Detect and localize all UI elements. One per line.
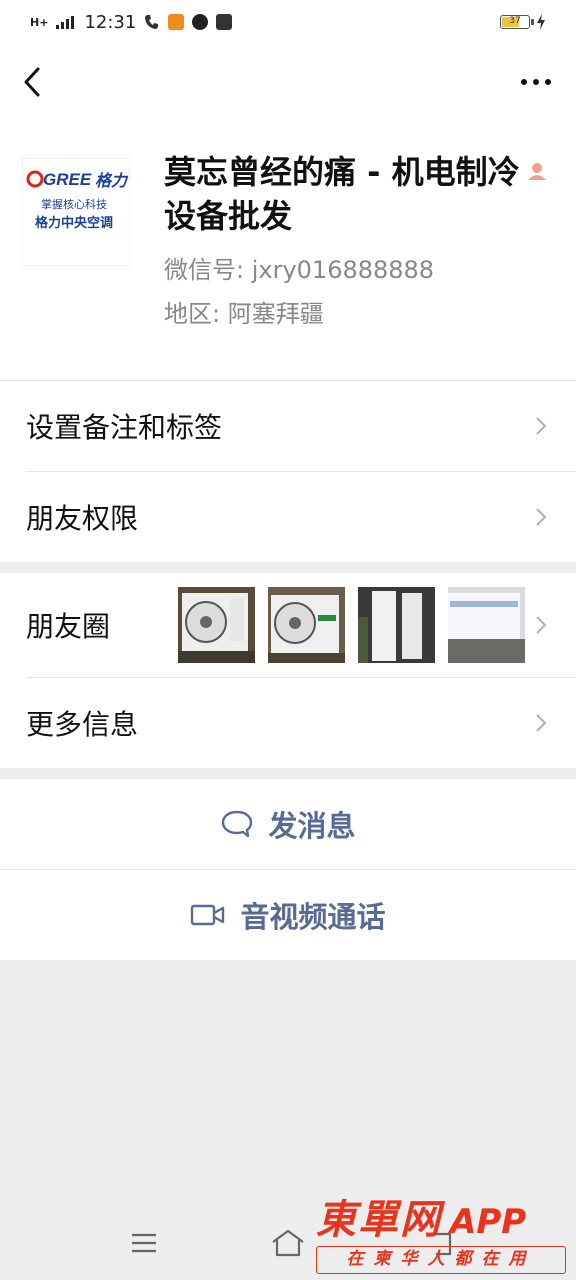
row-remark-tags[interactable]: 设置备注和标签 [0, 381, 576, 471]
app-notification-icon [168, 14, 185, 30]
info-section: 朋友圈 更多信息 [0, 573, 576, 768]
profile-name: 莫忘曾经的痛 - 机电制冷设备批发 [164, 153, 520, 235]
settings-section: 设置备注和标签 朋友权限 [0, 380, 576, 562]
top-nav [0, 44, 576, 120]
moment-photo [358, 587, 435, 663]
more-dots-icon[interactable] [518, 66, 554, 98]
wechat-id: 微信号: jxry016888888 [164, 256, 435, 284]
video-call-label: 音视频通话 [240, 900, 386, 934]
back-arrow-icon[interactable] [16, 64, 52, 100]
chat-bubble-icon [222, 810, 253, 838]
clock: 12:31 [84, 11, 137, 33]
chevron-right-icon [536, 616, 547, 634]
svg-text:格力: 格力 [95, 171, 129, 190]
row-label: 设置备注和标签 [26, 411, 223, 444]
row-friend-permissions[interactable]: 朋友权限 [0, 472, 576, 562]
row-label: 朋友圈 [26, 610, 111, 643]
signal-icon [56, 15, 75, 29]
gree-logo: GREE 格力 掌握核心科技 格力中央空调 [26, 170, 129, 231]
chevron-right-icon [536, 714, 547, 732]
battery-level: 37 [509, 16, 521, 26]
moment-photo [268, 587, 345, 663]
battery-icon: 37 [500, 15, 534, 29]
status-bar: H+ 12:31 37 [0, 0, 576, 44]
video-camera-icon [191, 904, 225, 926]
row-more-info[interactable]: 更多信息 [0, 678, 576, 768]
svg-text:格力中央空调: 格力中央空调 [35, 215, 113, 231]
chevron-right-icon [536, 508, 547, 526]
row-moments[interactable]: 朋友圈 [0, 573, 576, 677]
send-message-label: 发消息 [268, 809, 356, 843]
send-message-button[interactable]: 发消息 [0, 779, 576, 869]
app-notification-icon [216, 14, 233, 30]
app-notification-icon [192, 14, 209, 30]
watermark: 東單网 APP 在柬华人都在用 [316, 1198, 566, 1278]
charging-icon [537, 14, 545, 30]
chevron-right-icon [536, 417, 547, 435]
avatar[interactable]: GREE 格力 掌握核心科技 格力中央空调 [22, 158, 130, 266]
moments-thumbnails [178, 587, 525, 663]
video-call-button[interactable]: 音视频通话 [0, 870, 576, 960]
svg-text:GREE: GREE [43, 170, 92, 189]
svg-text:掌握核心科技: 掌握核心科技 [41, 197, 107, 211]
moment-photo [448, 587, 525, 663]
user-badge-icon [528, 163, 546, 180]
network-type: H+ [30, 15, 49, 29]
watermark-logo: 東單网 [316, 1197, 442, 1243]
actions-section: 发消息 音视频通话 [0, 779, 576, 960]
menu-icon[interactable] [130, 1232, 158, 1254]
home-icon[interactable] [270, 1228, 306, 1258]
row-label: 更多信息 [26, 708, 139, 741]
watermark-app: APP [450, 1202, 527, 1242]
row-label: 朋友权限 [26, 502, 139, 535]
moment-photo [178, 587, 255, 663]
phone-icon [145, 15, 159, 29]
region: 地区: 阿塞拜疆 [164, 300, 324, 328]
profile-header: GREE 格力 掌握核心科技 格力中央空调 莫忘曾经的痛 - 机电制冷设备批发 … [0, 120, 576, 380]
watermark-slogan: 在柬华人都在用 [316, 1246, 566, 1274]
